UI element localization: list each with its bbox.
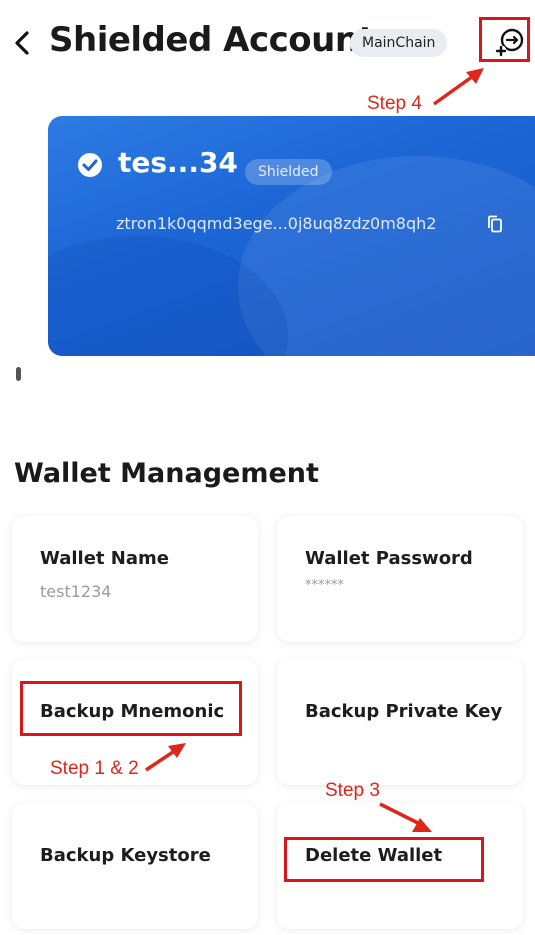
- step12-label: Step 1 & 2: [50, 758, 139, 779]
- copy-icon[interactable]: [487, 215, 503, 233]
- account-card[interactable]: tes...34 Shielded ztron1k0qqmd3ege...0j8…: [48, 116, 535, 356]
- wallet-password-tile[interactable]: Wallet Password ******: [277, 516, 523, 642]
- page-title: Shielded Account: [49, 20, 375, 60]
- chain-badge[interactable]: MainChain: [350, 29, 448, 57]
- tile-label: Backup Private Key: [305, 701, 503, 722]
- step4-arrow-icon: [432, 68, 484, 106]
- account-name: tes...34: [118, 146, 238, 179]
- wallet-name-tile[interactable]: Wallet Name test1234: [12, 516, 258, 642]
- step12-highlight-box: [20, 681, 242, 736]
- shielded-badge: Shielded: [245, 159, 332, 185]
- backup-keystore-tile[interactable]: Backup Keystore: [12, 803, 258, 929]
- tile-label: Wallet Password: [305, 548, 473, 569]
- tile-value: test1234: [40, 582, 112, 601]
- check-circle-icon: [78, 153, 102, 177]
- step3-label: Step 3: [325, 780, 380, 801]
- tile-label: Backup Keystore: [40, 845, 211, 866]
- account-address: ztron1k0qqmd3ege...0j8uq8zdz0m8qh2: [116, 214, 437, 233]
- back-arrow-icon[interactable]: [10, 26, 34, 60]
- step3-arrow-icon: [379, 802, 432, 832]
- step4-highlight-box: [479, 17, 530, 62]
- tile-label: Wallet Name: [40, 548, 169, 569]
- step12-arrow-icon: [145, 743, 186, 772]
- step4-label: Step 4: [367, 93, 422, 114]
- tile-value: ******: [305, 578, 344, 593]
- section-title: Wallet Management: [14, 458, 319, 489]
- backup-private-key-tile[interactable]: Backup Private Key: [277, 659, 523, 785]
- step3-highlight-box: [284, 837, 484, 882]
- page-indicator: [16, 367, 21, 381]
